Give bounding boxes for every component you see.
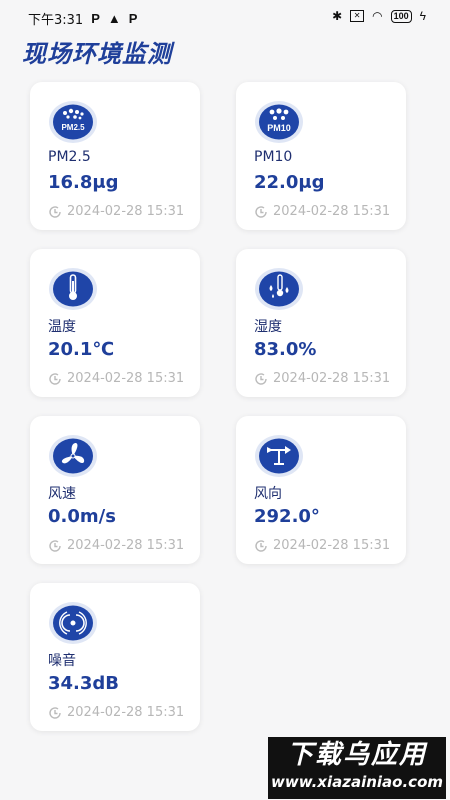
card-value: 20.1℃ [48, 339, 115, 360]
card-value: 34.3dB [48, 673, 120, 694]
watermark: 下载乌应用 www.xiazainiao.com [268, 737, 446, 799]
card-label: PM2.5 [48, 149, 91, 165]
sensor-card-wind-speed[interactable]: 风速 0.0m/s 2024-02-28 15:31 [30, 416, 200, 564]
clock-icon [49, 205, 61, 218]
card-timestamp-text: 2024-02-28 15:31 [67, 705, 185, 720]
card-value: 83.0% [254, 339, 317, 360]
clock-icon [49, 539, 61, 552]
card-timestamp: 2024-02-28 15:31 [254, 371, 390, 386]
wind-vane-icon [254, 434, 304, 478]
card-value: 16.8μg [48, 172, 119, 193]
humidity-icon [254, 267, 304, 311]
card-timestamp-text: 2024-02-28 15:31 [67, 204, 185, 219]
noise-icon [48, 601, 98, 645]
sensor-card-noise[interactable]: 噪音 34.3dB 2024-02-28 15:31 [30, 583, 200, 731]
watermark-url: www.xiazainiao.com [270, 773, 444, 791]
card-timestamp: 2024-02-28 15:31 [254, 538, 390, 553]
card-timestamp: 2024-02-28 15:31 [48, 371, 184, 386]
battery-icon: 100 [390, 9, 412, 23]
card-timestamp-text: 2024-02-28 15:31 [67, 371, 185, 386]
clock-icon [255, 372, 267, 385]
card-label: 风向 [254, 486, 282, 502]
card-label: PM10 [254, 149, 293, 165]
card-label: 风速 [48, 486, 76, 502]
card-value: 0.0m/s [48, 506, 116, 527]
status-time: 下午3:31 [28, 13, 84, 28]
card-timestamp: 2024-02-28 15:31 [48, 705, 184, 720]
sim-icon: ✕ [350, 10, 365, 22]
sensor-card-pm10[interactable]: PM10 PM10 22.0μg 2024-02-28 15:31 [236, 82, 406, 230]
card-value: 22.0μg [254, 172, 325, 193]
card-value: 292.0° [254, 506, 320, 527]
card-label: 湿度 [254, 319, 282, 335]
pm25-icon: PM2.5 [48, 100, 98, 144]
card-timestamp-text: 2024-02-28 15:31 [273, 371, 391, 386]
bluetooth-icon: ✱ [332, 9, 343, 23]
pm10-icon: PM10 [254, 100, 304, 144]
sensor-card-temperature[interactable]: 温度 20.1℃ 2024-02-28 15:31 [30, 249, 200, 397]
clock-icon [49, 372, 61, 385]
warning-icon: ▲ [107, 11, 121, 26]
notification-p2-icon: P [128, 11, 138, 26]
svg-text:PM2.5: PM2.5 [61, 123, 85, 132]
card-label: 温度 [48, 319, 76, 335]
sensor-card-pm25[interactable]: PM2.5 PM2.5 16.8μg 2024-02-28 15:31 [30, 82, 200, 230]
card-timestamp: 2024-02-28 15:31 [254, 204, 390, 219]
card-timestamp-text: 2024-02-28 15:31 [273, 204, 391, 219]
clock-icon [49, 706, 61, 719]
card-timestamp: 2024-02-28 15:31 [48, 204, 184, 219]
card-label: 噪音 [48, 653, 76, 669]
card-timestamp: 2024-02-28 15:31 [48, 538, 184, 553]
card-timestamp-text: 2024-02-28 15:31 [273, 538, 391, 553]
clock-icon [255, 205, 267, 218]
charging-icon: ϟ [419, 9, 426, 23]
fan-icon [48, 434, 98, 478]
sensor-card-humidity[interactable]: 湿度 83.0% 2024-02-28 15:31 [236, 249, 406, 397]
clock-icon [255, 539, 267, 552]
svg-text:PM10: PM10 [267, 123, 291, 133]
page-title: 现场环境监测 [22, 40, 172, 68]
status-bar: 下午3:31 P ▲ P ✱ ✕ ◠ 100 ϟ [0, 0, 450, 34]
sensor-card-wind-direction[interactable]: 风向 292.0° 2024-02-28 15:31 [236, 416, 406, 564]
wifi-icon: ◠ [372, 9, 383, 23]
watermark-title: 下载乌应用 [286, 740, 427, 770]
card-timestamp-text: 2024-02-28 15:31 [67, 538, 185, 553]
notification-p-icon: P [91, 11, 100, 26]
thermometer-icon [48, 267, 98, 311]
